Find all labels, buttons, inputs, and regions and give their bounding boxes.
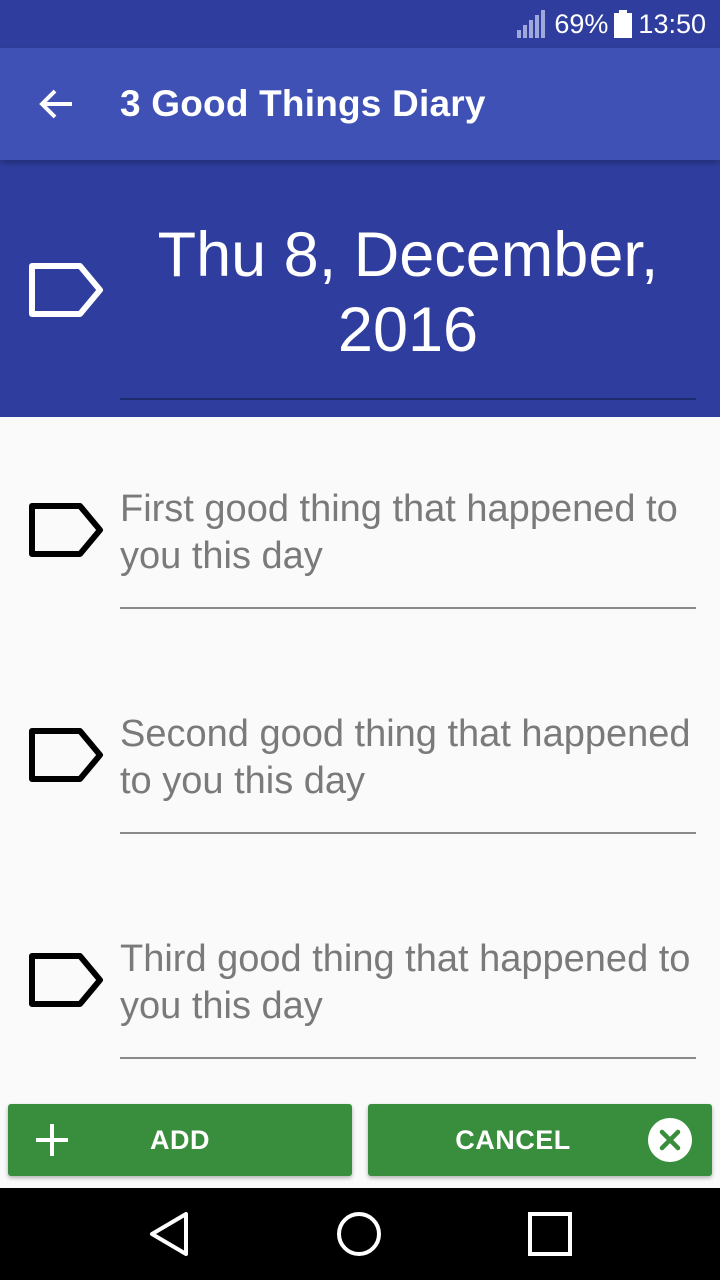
- date-display[interactable]: Thu 8, December, 2016: [120, 218, 696, 368]
- label-tag-icon: [29, 263, 103, 317]
- label-tag-icon: [29, 728, 103, 782]
- input-underline: [120, 607, 696, 609]
- third-thing-input[interactable]: [120, 936, 696, 1056]
- back-button[interactable]: [28, 76, 84, 132]
- status-indicators: 69% 13:50: [516, 0, 706, 48]
- home-circle-icon[interactable]: [331, 1206, 387, 1262]
- date-header[interactable]: Thu 8, December, 2016: [0, 160, 720, 417]
- label-tag-icon: [29, 953, 103, 1007]
- cancel-button[interactable]: CANCEL: [368, 1104, 712, 1176]
- label-tag-icon: [29, 503, 103, 557]
- date-underline: [120, 398, 696, 400]
- arrow-back-icon: [39, 89, 72, 119]
- add-button-label: ADD: [150, 1124, 210, 1155]
- signal-icon: [517, 10, 546, 38]
- battery-percent: 69%: [554, 8, 609, 39]
- close-circle-icon: [648, 1118, 692, 1162]
- first-thing-input[interactable]: [120, 486, 696, 606]
- entry-first: [0, 486, 720, 686]
- input-underline: [120, 832, 696, 834]
- recents-square-icon[interactable]: [522, 1206, 578, 1262]
- status-bar: 69% 13:50: [0, 0, 720, 48]
- battery-icon: [614, 10, 633, 38]
- back-triangle-icon[interactable]: [142, 1206, 198, 1262]
- entry-second: [0, 711, 720, 911]
- app-bar: 3 Good Things Diary: [0, 48, 720, 160]
- system-nav-bar: [0, 1188, 720, 1280]
- cancel-button-label: CANCEL: [455, 1124, 571, 1155]
- input-underline: [120, 1057, 696, 1059]
- clock: 13:50: [638, 8, 706, 39]
- add-button[interactable]: ADD: [8, 1104, 352, 1176]
- plus-icon: [36, 1124, 68, 1156]
- second-thing-input[interactable]: [120, 711, 696, 831]
- page-title: 3 Good Things Diary: [120, 83, 486, 124]
